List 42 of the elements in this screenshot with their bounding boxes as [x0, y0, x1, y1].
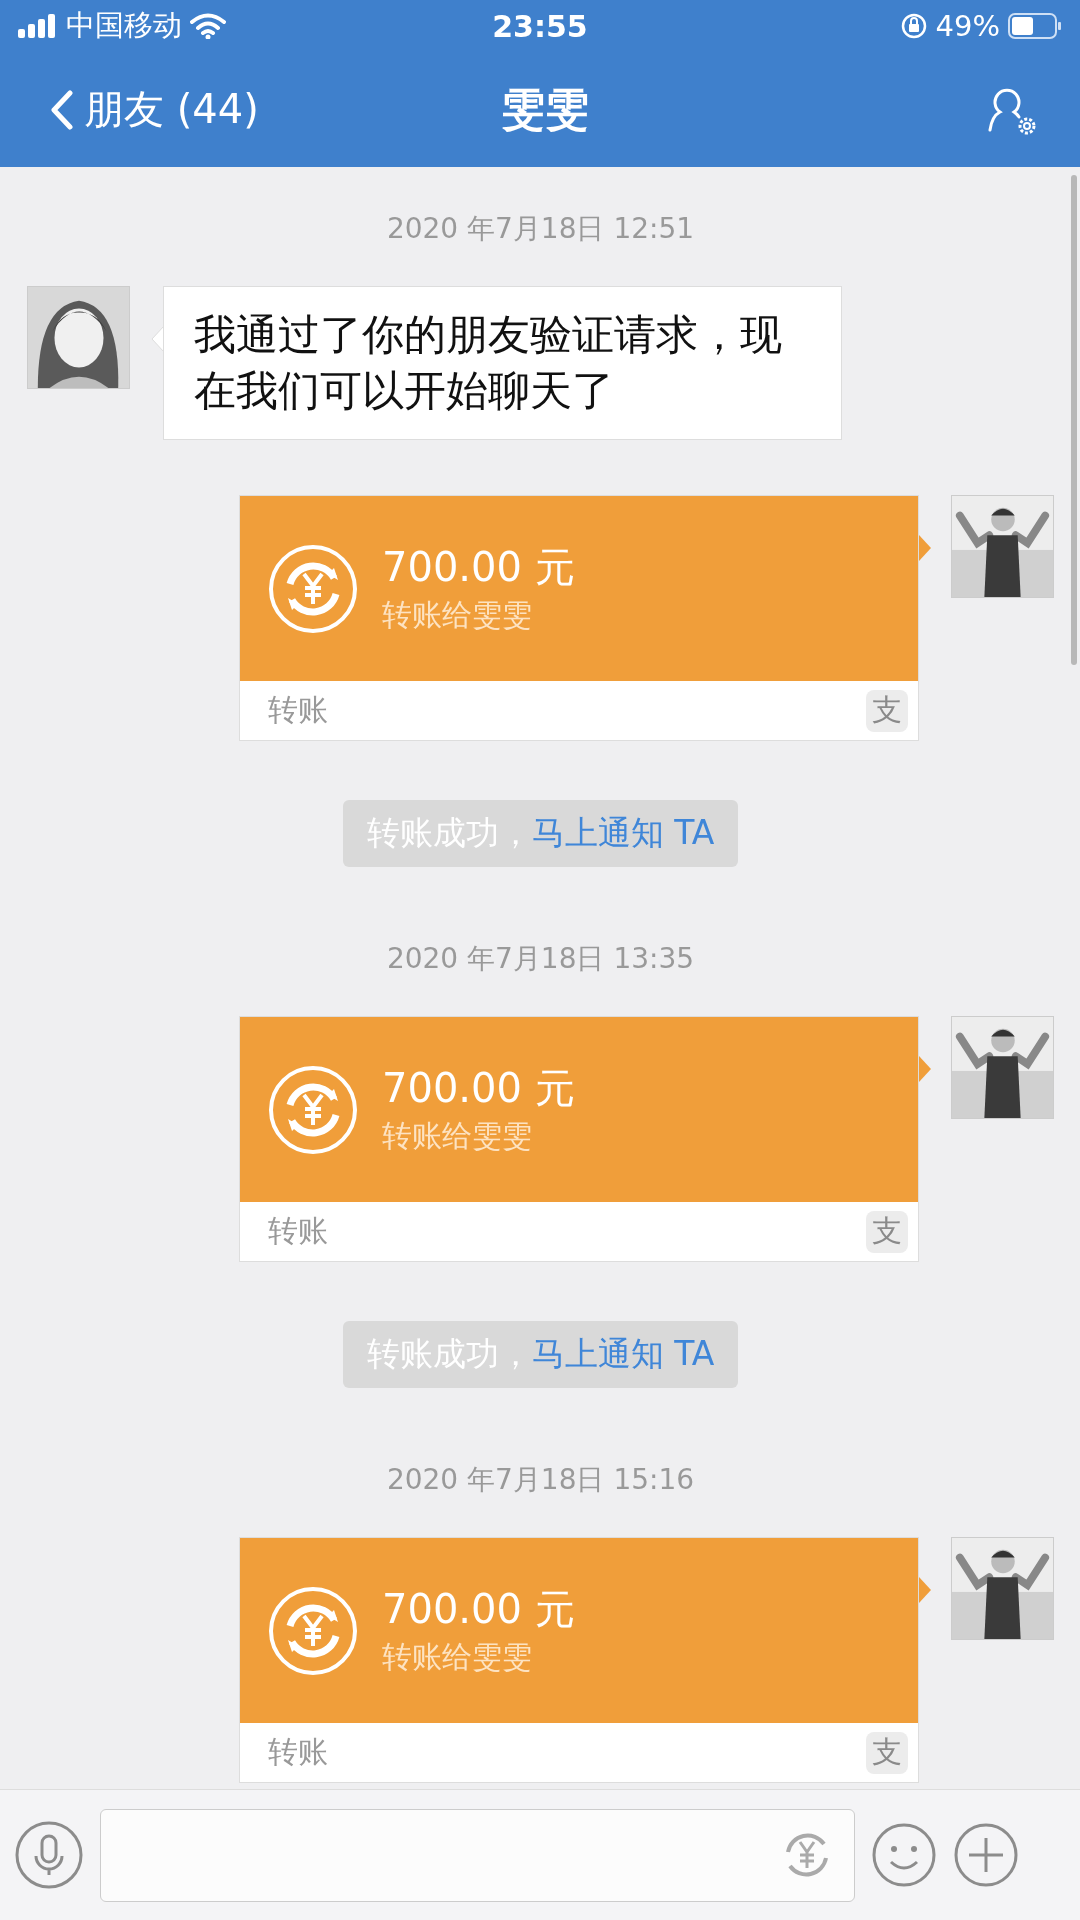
- notify-link[interactable]: 马上通知 TA: [531, 811, 715, 856]
- transfer-note: 转账给雯雯: [382, 1637, 533, 1676]
- rotation-lock-icon: [899, 12, 928, 40]
- app-badge: 支: [866, 1731, 908, 1774]
- transfer-label: 转账: [268, 1212, 328, 1250]
- transfer-amount: 700.00 元: [382, 1063, 575, 1113]
- transfer-card[interactable]: 700.00 元 转账给雯雯 转账 支: [239, 495, 919, 741]
- app-badge: 支: [866, 1210, 908, 1253]
- transfer-label: 转账: [268, 691, 328, 729]
- clock-time: 23:55: [492, 8, 588, 44]
- microphone-icon[interactable]: [14, 1820, 84, 1890]
- back-button[interactable]: 朋友 (44): [50, 82, 501, 137]
- bubble-tail: [919, 1056, 931, 1082]
- wifi-icon: [190, 13, 226, 39]
- currency-exchange-icon: [268, 1064, 358, 1155]
- battery-icon: [1008, 13, 1062, 39]
- transfer-amount: 700.00 元: [382, 542, 575, 592]
- app-badge: 支: [866, 689, 908, 732]
- message-input-field[interactable]: [100, 1808, 855, 1902]
- transfer-note: 转账给雯雯: [382, 1116, 533, 1155]
- message-bubble: 我通过了你的朋友验证请求，现在我们可以开始聊天了: [163, 286, 842, 440]
- battery-percent: 49%: [935, 9, 1000, 43]
- timestamp: 2020 年7月18日 15:16: [385, 1462, 696, 1498]
- transfer-card[interactable]: 700.00 元 转账给雯雯 转账 支: [239, 1537, 919, 1783]
- transfer-amount: 700.00 元: [382, 1584, 575, 1634]
- transfer-card[interactable]: 700.00 元 转账给雯雯 转账 支: [239, 1016, 919, 1262]
- timestamp: 2020 年7月18日 13:35: [385, 941, 696, 977]
- currency-exchange-icon: [268, 1585, 358, 1676]
- transfer-label: 转账: [268, 1733, 328, 1771]
- timestamp: 2020 年7月18日 12:51: [385, 211, 696, 247]
- chat-title: 雯雯: [501, 82, 589, 136]
- emoji-icon[interactable]: [871, 1822, 937, 1888]
- carrier-name: 中国移动: [66, 7, 182, 44]
- signal-icon: [18, 14, 58, 38]
- currency-exchange-icon: [268, 543, 358, 634]
- bubble-tail: [919, 1577, 931, 1603]
- chevron-left-icon: [50, 89, 74, 130]
- bubble-tail: [919, 535, 931, 561]
- notify-link[interactable]: 马上通知 TA: [531, 1332, 715, 1377]
- transfer-note: 转账给雯雯: [382, 595, 533, 634]
- bubble-tail: [151, 326, 164, 352]
- plus-icon[interactable]: [953, 1822, 1019, 1888]
